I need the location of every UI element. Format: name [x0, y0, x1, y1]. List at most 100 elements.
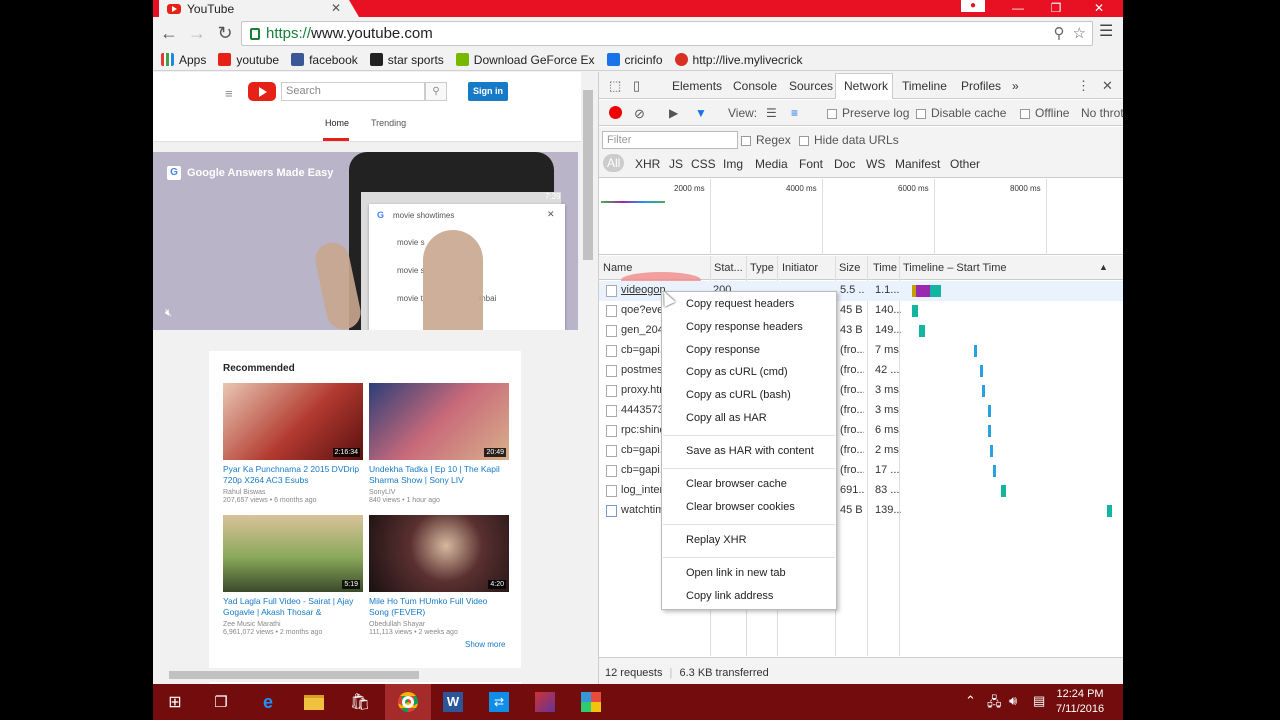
taskbar-clock[interactable]: 12:24 PM 7/11/2016 — [1056, 687, 1104, 717]
minimize-button[interactable]: — — [998, 0, 1038, 17]
throttling-select[interactable]: No throt — [1081, 106, 1123, 120]
hamburger-menu-icon[interactable]: ≡ — [225, 86, 233, 101]
video-card[interactable]: 5:19 Yad Lagla Full Video - Sairat | Aja… — [223, 515, 363, 636]
filter-manifest[interactable]: Manifest — [895, 157, 940, 171]
video-thumbnail[interactable]: 5:19 — [223, 515, 363, 592]
regex-checkbox[interactable]: Regex — [741, 133, 791, 147]
video-channel[interactable]: Obedullah Shayar — [369, 621, 509, 628]
overview-icon[interactable]: ≡ — [791, 106, 798, 120]
bookmark-star-icon[interactable]: ☆ — [1073, 24, 1086, 42]
menu-item-open-link-new-tab[interactable]: Open link in new tab — [686, 567, 786, 579]
column-size[interactable]: Size — [839, 262, 860, 274]
menu-item-copy-all-as-har[interactable]: Copy all as HAR — [686, 412, 767, 424]
large-rows-icon[interactable]: ☰ — [766, 106, 777, 120]
filter-img[interactable]: Img — [723, 157, 743, 171]
video-card[interactable]: 20:49 Undekha Tadka | Ep 10 | The Kapil … — [369, 383, 509, 504]
video-title-link[interactable]: Undekha Tadka | Ep 10 | The Kapil Sharma… — [369, 464, 509, 486]
filter-css[interactable]: CSS — [691, 157, 716, 171]
preserve-log-checkbox[interactable]: Preserve log — [827, 106, 909, 120]
filter-input[interactable]: Filter — [602, 131, 738, 149]
bookmark-apps[interactable]: Apps — [161, 53, 206, 67]
browser-tab-youtube[interactable]: YouTube ✕ — [159, 0, 359, 17]
bookmark-geforce[interactable]: Download GeForce Ex — [455, 53, 595, 67]
media-app-icon[interactable] — [531, 688, 559, 716]
page-vertical-scrollbar[interactable] — [581, 72, 595, 672]
featured-video-player[interactable]: G movie showtimes ✕ movie s movie s movi… — [153, 152, 578, 330]
tab-timeline[interactable]: Timeline — [902, 79, 947, 93]
scrollbar-thumb[interactable] — [583, 90, 593, 260]
filter-doc[interactable]: Doc — [834, 157, 855, 171]
video-thumbnail[interactable]: 4:20 — [369, 515, 509, 592]
column-timeline[interactable]: Timeline – Start Time — [903, 262, 1007, 274]
store-icon[interactable]: 🛍︎ — [346, 688, 374, 716]
address-bar[interactable]: https://www.youtube.com ⚲ ☆ — [241, 21, 1093, 46]
offline-checkbox[interactable]: Offline — [1020, 106, 1069, 120]
chrome-menu-icon[interactable]: ☰ — [1099, 21, 1113, 41]
filter-other[interactable]: Other — [950, 157, 980, 171]
menu-item-clear-browser-cache[interactable]: Clear browser cache — [686, 478, 787, 490]
forward-arrow-icon[interactable]: → — [187, 23, 207, 43]
filter-icon[interactable]: ▼ — [695, 106, 707, 120]
sign-in-button[interactable]: Sign in — [468, 82, 508, 101]
notifications-icon[interactable]: ▤ — [1033, 693, 1045, 709]
task-view-icon[interactable]: ❐ — [207, 688, 235, 716]
menu-item-copy-response-headers[interactable]: Copy response headers — [686, 321, 803, 333]
edge-browser-icon[interactable]: e — [254, 688, 282, 716]
filter-xhr[interactable]: XHR — [635, 157, 660, 171]
back-arrow-icon[interactable]: ← — [159, 23, 179, 43]
column-status[interactable]: Stat... — [714, 262, 743, 274]
reload-icon[interactable]: ↻ — [215, 23, 235, 43]
sort-ascending-icon[interactable]: ▲ — [1099, 262, 1108, 272]
filter-media[interactable]: Media — [755, 157, 788, 171]
menu-item-copy-response[interactable]: Copy response — [686, 344, 760, 356]
column-time[interactable]: Time — [873, 262, 897, 274]
app-grid-icon[interactable] — [577, 688, 605, 716]
capture-screenshots-icon[interactable]: ▶ — [669, 106, 678, 120]
tab-home[interactable]: Home — [325, 118, 349, 128]
tab-close-icon[interactable]: ✕ — [331, 1, 341, 15]
filter-js[interactable]: JS — [669, 157, 683, 171]
disable-cache-checkbox[interactable]: Disable cache — [916, 106, 1006, 120]
menu-item-clear-browser-cookies[interactable]: Clear browser cookies — [686, 501, 795, 513]
clear-icon[interactable]: ⊘ — [634, 106, 645, 122]
close-window-button[interactable]: ✕ — [1079, 0, 1119, 17]
bookmark-cricinfo[interactable]: cricinfo — [606, 53, 663, 67]
video-thumbnail[interactable]: 20:49 — [369, 383, 509, 460]
video-channel[interactable]: SonyLIV — [369, 489, 509, 496]
youtube-logo[interactable] — [248, 82, 276, 101]
column-name[interactable]: Name — [603, 262, 632, 274]
show-more-link[interactable]: Show more — [465, 640, 505, 649]
filter-ws[interactable]: WS — [866, 157, 885, 171]
more-tabs-icon[interactable]: » — [1012, 79, 1019, 93]
bookmark-mylivecricket[interactable]: http://live.mylivecrick — [674, 53, 803, 67]
file-explorer-icon[interactable] — [300, 688, 328, 716]
hide-data-urls-checkbox[interactable]: Hide data URLs — [799, 133, 899, 147]
record-button[interactable] — [609, 106, 622, 119]
kebab-menu-icon[interactable]: ⋮ — [1077, 78, 1090, 94]
menu-item-copy-link-address[interactable]: Copy link address — [686, 590, 773, 602]
word-icon[interactable]: W — [439, 688, 467, 716]
video-card[interactable]: 4:20 Mile Ho Tum HUmko Full Video Song (… — [369, 515, 509, 636]
filter-all[interactable]: All — [603, 154, 625, 172]
video-title-link[interactable]: Mile Ho Tum HUmko Full Video Song (FEVER… — [369, 596, 509, 618]
windows-start-icon[interactable]: ⊞ — [161, 688, 189, 716]
page-horizontal-scrollbar[interactable] — [153, 668, 581, 682]
column-type[interactable]: Type — [750, 262, 774, 274]
tab-network[interactable]: Network — [844, 79, 888, 93]
scrollbar-thumb[interactable] — [169, 671, 419, 679]
video-channel[interactable]: Rahul Biswas — [223, 489, 363, 496]
search-icon[interactable]: ⚲ — [1054, 24, 1065, 42]
video-thumbnail[interactable]: 2:16:34 — [223, 383, 363, 460]
tab-profiles[interactable]: Profiles — [961, 79, 1001, 93]
bookmark-facebook[interactable]: facebook — [291, 53, 358, 67]
video-title-link[interactable]: Yad Lagla Full Video - Sairat | Ajay Gog… — [223, 596, 363, 618]
youtube-search-input[interactable]: Search — [281, 82, 425, 101]
tab-sources[interactable]: Sources — [789, 79, 833, 93]
youtube-search-button[interactable]: ⚲ — [425, 82, 447, 101]
show-hidden-icons-icon[interactable]: ⌃ — [965, 693, 976, 709]
filter-font[interactable]: Font — [799, 157, 823, 171]
bookmark-star-sports[interactable]: star sports — [369, 53, 444, 67]
volume-icon[interactable]: 🔊︎ — [1009, 693, 1017, 709]
tab-console[interactable]: Console — [733, 79, 777, 93]
column-initiator[interactable]: Initiator — [782, 262, 818, 274]
